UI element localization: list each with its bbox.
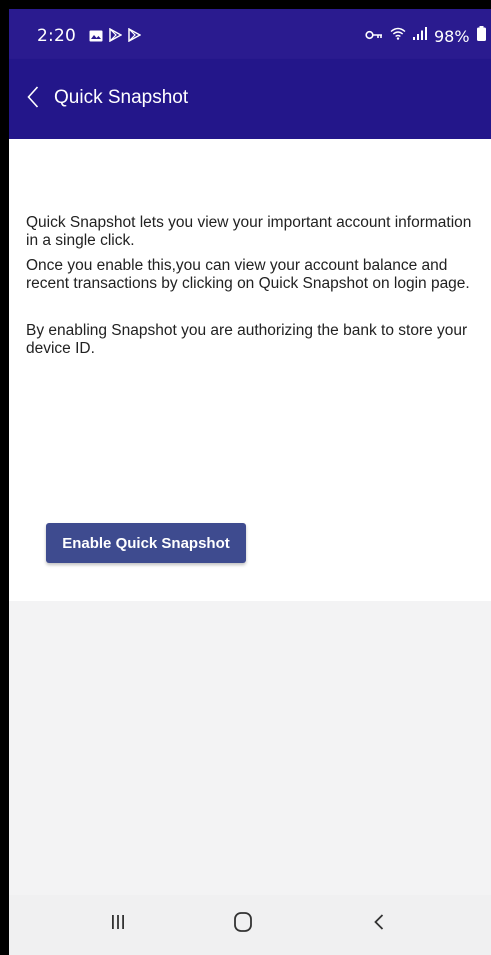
status-time: 2:20 — [37, 26, 76, 46]
content-card: Quick Snapshot lets you view your import… — [9, 139, 491, 601]
battery-icon — [476, 26, 486, 46]
vpn-key-icon — [365, 27, 383, 45]
play-store-icon — [128, 27, 142, 47]
back-icon — [374, 913, 384, 935]
chevron-left-icon — [27, 85, 39, 113]
page-title: Quick Snapshot — [54, 87, 189, 108]
gallery-icon — [89, 29, 103, 47]
back-button[interactable] — [19, 81, 47, 117]
signal-icon — [413, 27, 427, 45]
home-icon — [234, 911, 252, 937]
home-button[interactable] — [223, 909, 263, 939]
play-store-icon — [109, 27, 123, 47]
system-back-button[interactable] — [359, 909, 399, 939]
enable-info-paragraph: Once you enable this,you can view your a… — [26, 257, 470, 292]
phone-screen: 2:20 98% Quick Snapshot Quick Snapshot l… — [9, 9, 491, 955]
status-notification-icons — [89, 27, 142, 47]
app-bar: Quick Snapshot — [9, 59, 491, 139]
wifi-icon — [390, 27, 406, 45]
recents-button[interactable] — [98, 909, 138, 939]
system-navigation-bar — [9, 895, 491, 955]
recents-icon — [110, 914, 126, 935]
enable-quick-snapshot-button[interactable]: Enable Quick Snapshot — [46, 523, 246, 563]
description-paragraph: Quick Snapshot lets you view your import… — [26, 214, 472, 249]
battery-percentage: 98% — [434, 26, 470, 46]
status-bar: 2:20 98% — [9, 9, 491, 59]
authorization-paragraph: By enabling Snapshot you are authorizing… — [26, 322, 468, 357]
status-system-icons: 98% — [365, 26, 486, 46]
